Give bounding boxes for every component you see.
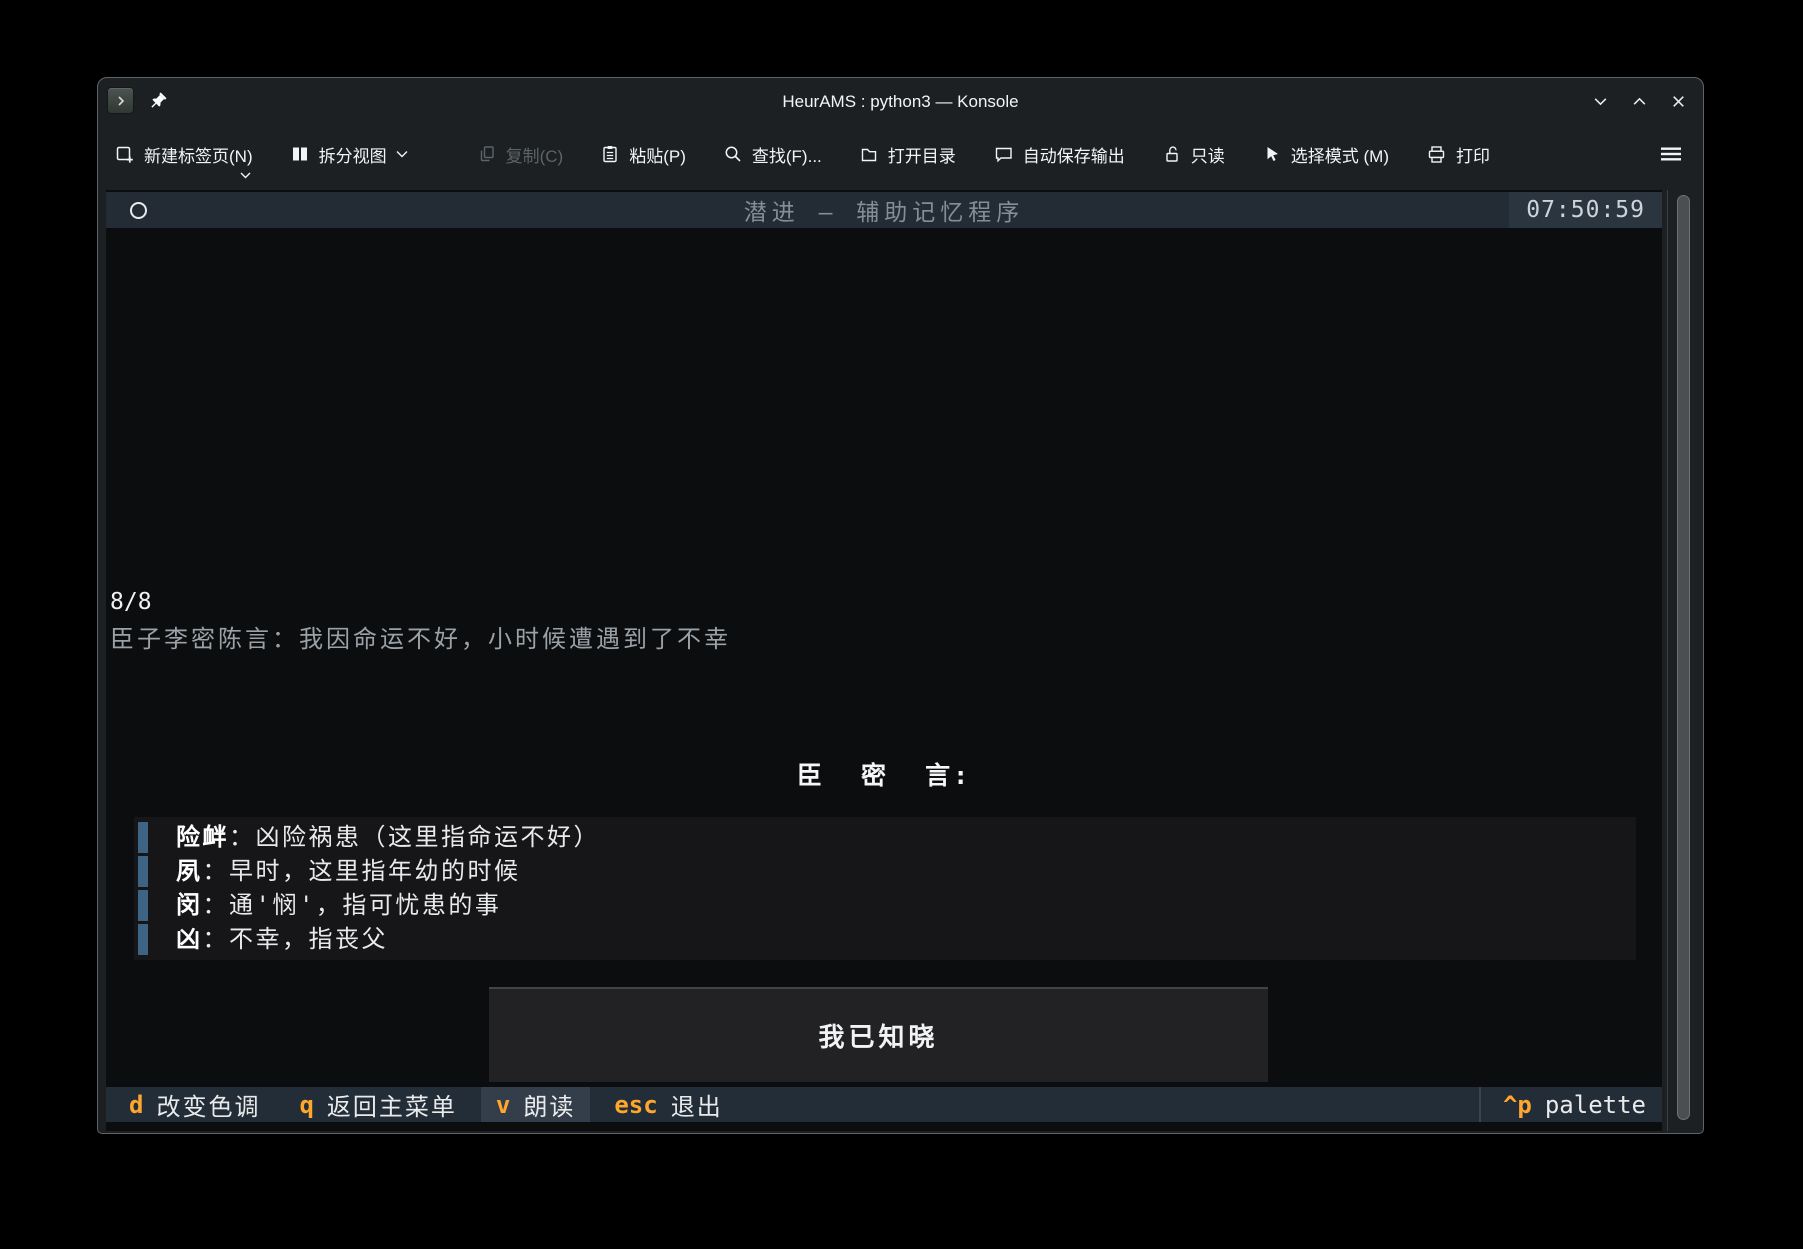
new-tab-icon	[114, 144, 135, 165]
tui-clock: 07:50:59	[1509, 192, 1662, 228]
search-icon	[723, 144, 743, 164]
paste-icon	[600, 144, 620, 164]
footer-key-change-theme[interactable]: d 改变色调	[114, 1087, 275, 1122]
annotation-term: 闵	[176, 891, 203, 919]
key-badge: d	[129, 1091, 143, 1119]
new-tab-label: 新建标签页(N)	[144, 142, 253, 167]
annotation-text: ：早时，这里指年幼的时候	[203, 857, 521, 885]
cursor-icon	[1262, 144, 1282, 164]
konsole-window: HeurAMS : python3 — Konsole 新建标签页(N)	[97, 77, 1704, 1134]
annotation-line: 险衅：凶险祸患（这里指命运不好）	[134, 821, 1636, 854]
tui-app-title: 潜进 – 辅助记忆程序	[106, 193, 1662, 227]
minimize-button[interactable]	[1592, 93, 1609, 110]
paste-button[interactable]: 粘贴(P)	[600, 142, 686, 167]
chevron-down-icon	[240, 172, 251, 179]
key-badge: q	[299, 1091, 313, 1119]
key-badge: esc	[614, 1091, 657, 1119]
key-label: 朗读	[523, 1087, 575, 1122]
footer-palette-shortcut[interactable]: ^p palette	[1479, 1087, 1662, 1122]
key-label: palette	[1545, 1091, 1646, 1119]
annotation-panel: 险衅：凶险祸患（这里指命运不好） 夙：早时，这里指年幼的时候 闵：通'悯'，指可…	[134, 817, 1636, 960]
find-button[interactable]: 查找(F)...	[723, 142, 822, 167]
scrollbar[interactable]	[1667, 190, 1698, 1131]
split-view-label: 拆分视图	[319, 142, 387, 167]
annotation-line: 闵：通'悯'，指可忧患的事	[134, 889, 1636, 922]
copy-icon	[477, 144, 497, 164]
tui-header-bar: 潜进 – 辅助记忆程序 07:50:59	[106, 192, 1662, 228]
footer-key-main-menu[interactable]: q 返回主菜单	[284, 1087, 471, 1122]
close-button[interactable]	[1670, 93, 1687, 110]
key-badge: v	[496, 1091, 510, 1119]
annotation-text: ：通'悯'，指可忧患的事	[203, 891, 502, 919]
read-only-label: 只读	[1191, 142, 1225, 167]
printer-icon	[1426, 144, 1447, 165]
chevron-down-icon	[396, 150, 408, 158]
print-label: 打印	[1456, 142, 1490, 167]
window-title: HeurAMS : python3 — Konsole	[98, 78, 1703, 125]
scrollbar-thumb[interactable]	[1677, 195, 1690, 1120]
key-badge: ^p	[1503, 1091, 1532, 1119]
split-view-icon	[290, 144, 310, 164]
annotation-term: 凶	[176, 925, 203, 953]
autosave-output-label: 自动保存输出	[1023, 142, 1125, 167]
open-directory-label: 打开目录	[888, 142, 956, 167]
unlock-icon	[1162, 144, 1182, 164]
copy-button[interactable]: 复制(C)	[477, 142, 564, 167]
maximize-button[interactable]	[1631, 93, 1648, 110]
translation-hint: 臣子李密陈言：我因命运不好，小时候遭遇到了不幸	[110, 619, 731, 654]
key-label: 改变色调	[156, 1087, 260, 1122]
copy-label: 复制(C)	[506, 142, 564, 167]
select-mode-button[interactable]: 选择模式 (M)	[1262, 142, 1389, 167]
footer-key-exit[interactable]: esc 退出	[599, 1087, 737, 1122]
output-bubble-icon	[993, 144, 1014, 164]
find-label: 查找(F)...	[752, 142, 822, 167]
title-bar: HeurAMS : python3 — Konsole	[98, 78, 1703, 125]
toolbar: 新建标签页(N) 拆分视图 复制(C)	[98, 125, 1703, 189]
key-hint-bar: d 改变色调 q 返回主菜单 v 朗读 esc 退出 ^p palette	[106, 1087, 1662, 1122]
terminal-viewport: 潜进 – 辅助记忆程序 07:50:59 8/8 臣子李密陈言：我因命运不好，小…	[106, 190, 1662, 1131]
annotation-text: ：不幸，指丧父	[203, 925, 389, 953]
hamburger-icon	[1659, 144, 1683, 164]
annotation-line: 夙：早时，这里指年幼的时候	[134, 855, 1636, 888]
new-tab-button[interactable]: 新建标签页(N)	[114, 142, 253, 167]
poem-line: 臣 密 言:	[106, 757, 1662, 795]
annotation-term: 夙	[176, 857, 203, 885]
acknowledge-button[interactable]: 我已知晓	[489, 987, 1268, 1082]
annotation-text: ：凶险祸患（这里指命运不好）	[229, 823, 600, 851]
key-label: 退出	[671, 1087, 723, 1122]
menu-button[interactable]	[1659, 144, 1683, 164]
read-only-button[interactable]: 只读	[1162, 142, 1225, 167]
key-label: 返回主菜单	[327, 1087, 457, 1122]
open-directory-button[interactable]: 打开目录	[859, 142, 956, 167]
annotation-term: 险衅	[176, 823, 229, 851]
autosave-output-button[interactable]: 自动保存输出	[993, 142, 1125, 167]
select-mode-label: 选择模式 (M)	[1291, 142, 1389, 167]
progress-counter: 8/8	[110, 589, 152, 615]
footer-key-read-aloud[interactable]: v 朗读	[481, 1087, 590, 1122]
split-view-button[interactable]: 拆分视图	[290, 142, 408, 167]
print-button[interactable]: 打印	[1426, 142, 1490, 167]
folder-icon	[859, 144, 879, 164]
paste-label: 粘贴(P)	[629, 142, 686, 167]
annotation-line: 凶：不幸，指丧父	[134, 923, 1636, 956]
